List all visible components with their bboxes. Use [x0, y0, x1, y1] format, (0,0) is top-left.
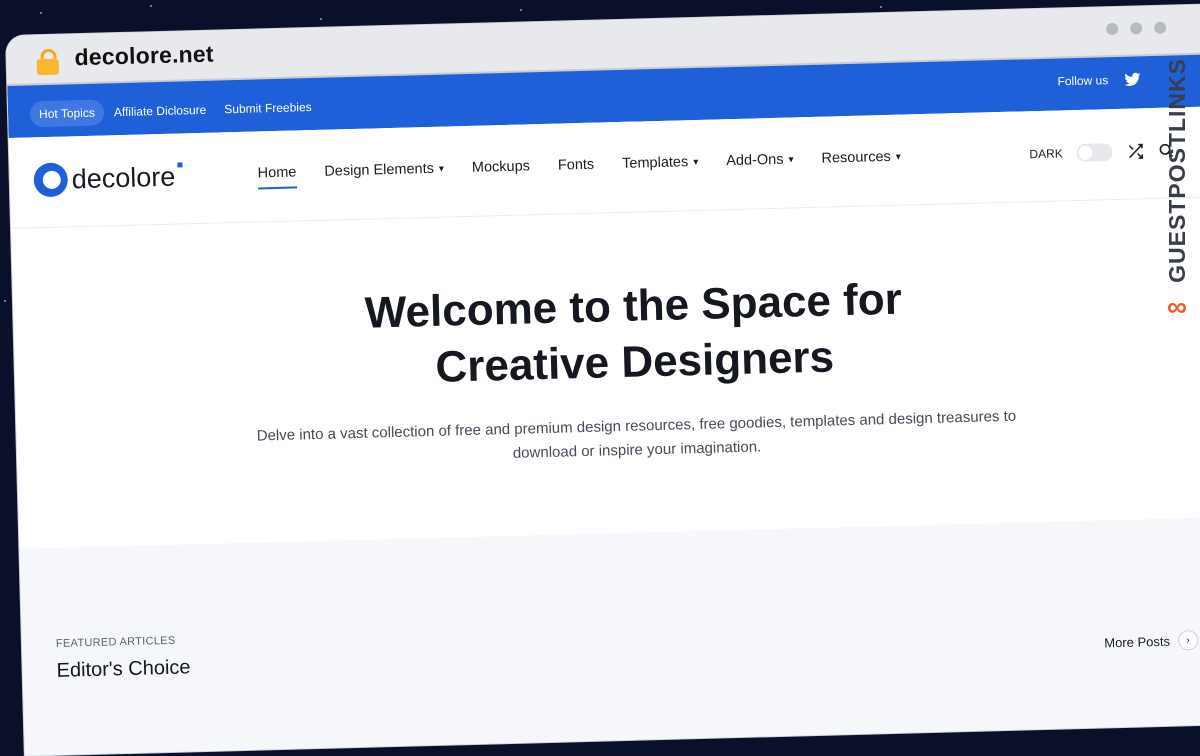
lock-icon [36, 48, 60, 76]
window-controls [1106, 21, 1167, 36]
dark-mode-label: DARK [1029, 146, 1063, 162]
menu-item-resources[interactable]: Resources ▾ [821, 149, 901, 167]
window-dot-icon[interactable] [1106, 22, 1119, 36]
menu-item-add-ons[interactable]: Add-Ons ▾ [726, 151, 794, 169]
affiliate-disclosure-link[interactable]: Affiliate Diclosure [114, 97, 207, 125]
menu-item-fonts[interactable]: Fonts [558, 157, 595, 174]
menu-item-home[interactable]: Home [257, 164, 296, 181]
more-posts-link[interactable]: More Posts › [1104, 630, 1199, 652]
logo-text: decolore [71, 161, 176, 194]
site-logo[interactable]: decolore [33, 159, 183, 198]
follow-us-label: Follow us [1057, 73, 1109, 89]
chevron-down-icon: ▾ [693, 156, 699, 168]
hero-subtitle: Delve into a vast collection of free and… [256, 407, 1017, 462]
window-dot-icon[interactable] [1130, 22, 1143, 35]
logo-mark-icon [33, 162, 69, 198]
hot-topics-pill[interactable]: Hot Topics [29, 99, 105, 128]
watermark-text: GUESTPOSTLINKS [1163, 58, 1190, 283]
shuffle-icon[interactable] [1127, 142, 1145, 160]
submit-freebies-link[interactable]: Submit Freebies [224, 94, 312, 122]
chevron-down-icon: ▾ [788, 153, 794, 166]
guestpostlinks-watermark: GUESTPOSTLINKS ∞ [1159, 58, 1195, 358]
hero-section: Welcome to the Space for Creative Design… [11, 196, 1200, 549]
chevron-down-icon: ▾ [438, 163, 445, 175]
window-dot-icon[interactable] [1154, 21, 1167, 34]
chevron-right-icon[interactable]: › [1177, 630, 1199, 651]
main-menu: Home Design Elements ▾ Mockups Fonts Temp… [257, 149, 901, 182]
menu-item-mockups[interactable]: Mockups [472, 158, 530, 176]
chevron-down-icon: ▾ [895, 151, 901, 163]
twitter-icon[interactable] [1124, 72, 1141, 86]
browser-window: decolore.net Hot Topics Affiliate Diclos… [6, 3, 1200, 756]
featured-label: FEATURED ARTICLES [55, 634, 176, 650]
menu-item-templates[interactable]: Templates ▾ [622, 154, 699, 172]
hero-title: Welcome to the Space for Creative Design… [364, 274, 903, 392]
menu-item-design-elements[interactable]: Design Elements ▾ [324, 161, 444, 180]
dark-mode-toggle[interactable] [1076, 143, 1113, 163]
link-icon: ∞ [1167, 290, 1187, 322]
featured-articles-section: FEATURED ARTICLES Editor's Choice More P… [19, 516, 1200, 756]
address-bar-domain[interactable]: decolore.net [74, 41, 214, 72]
